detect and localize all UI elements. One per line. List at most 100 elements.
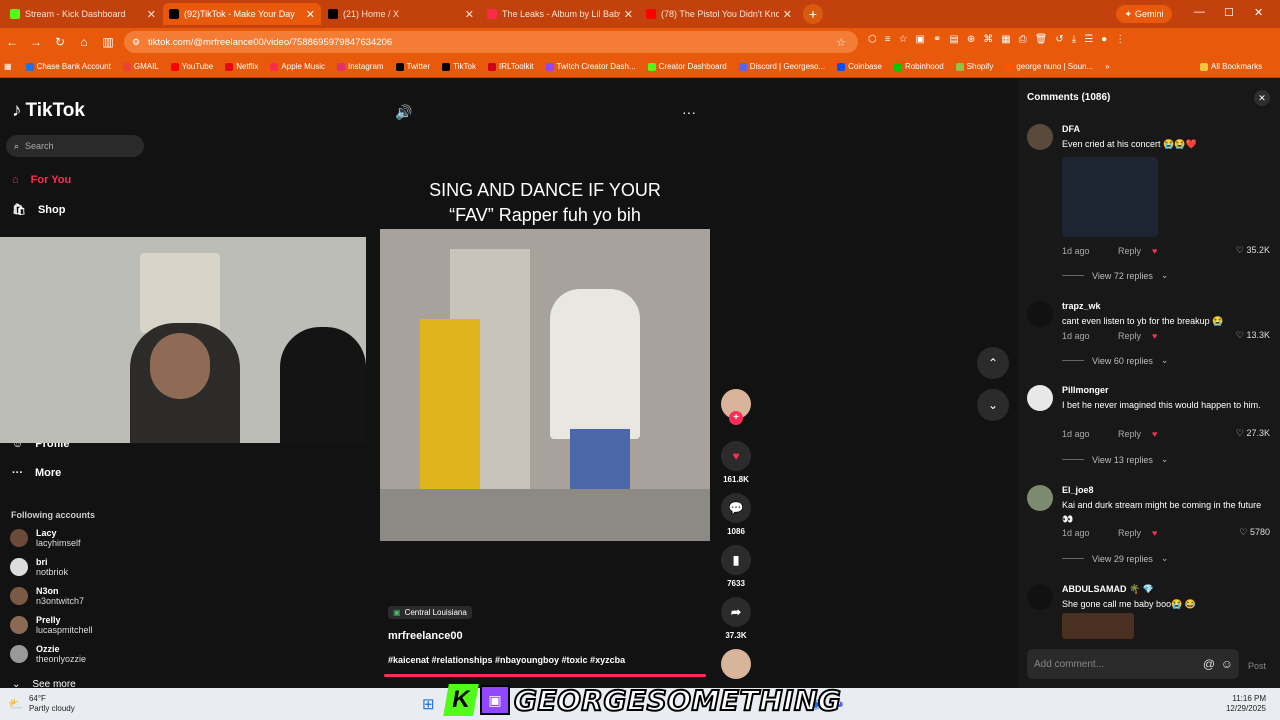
bookmark-item[interactable]: Netflix bbox=[225, 62, 258, 71]
extension-icon[interactable]: ⬡ bbox=[868, 34, 877, 45]
following-account[interactable]: Lacy lacyhimself bbox=[10, 528, 81, 548]
extension-icon[interactable]: ⚭ bbox=[933, 34, 941, 45]
extension-icon[interactable]: ▤ bbox=[949, 34, 958, 45]
bookmark-star-icon[interactable]: ☆ bbox=[836, 36, 846, 49]
bookmark-item[interactable]: Twitch Creator Dash... bbox=[545, 62, 636, 71]
browser-tab-apple-music[interactable]: The Leaks - Album by Lil Baby ✕ bbox=[481, 3, 639, 25]
close-tab-icon[interactable]: ✕ bbox=[306, 8, 315, 21]
avatar[interactable] bbox=[1027, 124, 1053, 150]
comment-button[interactable]: 💬 1086 bbox=[720, 493, 752, 536]
bookmark-item[interactable]: Discord | Georgeso... bbox=[738, 62, 825, 71]
avatar[interactable] bbox=[1027, 485, 1053, 511]
comment-image[interactable] bbox=[1062, 157, 1158, 237]
extension-icon[interactable]: ▣ bbox=[916, 34, 925, 45]
new-tab-button[interactable]: + bbox=[803, 4, 823, 24]
reply-button[interactable]: Reply bbox=[1118, 429, 1144, 439]
bookmark-item[interactable]: Twitter bbox=[395, 62, 430, 71]
view-replies-button[interactable]: View 72 replies ⌄ bbox=[1062, 270, 1168, 281]
like-button[interactable]: ♥ 161.8K bbox=[720, 441, 752, 484]
bookmarks-overflow-icon[interactable]: » bbox=[1105, 62, 1109, 71]
bookmark-item[interactable]: Creator Dashboard bbox=[647, 62, 727, 71]
comment-user[interactable]: DFA bbox=[1062, 124, 1080, 134]
close-window-icon[interactable]: ✕ bbox=[1254, 6, 1263, 19]
bookmark-item[interactable]: Chase Bank Account bbox=[25, 62, 111, 71]
gemini-button[interactable]: ✦ Gemini bbox=[1116, 5, 1172, 23]
minimize-icon[interactable]: — bbox=[1194, 6, 1205, 18]
extension-icon[interactable]: ▦ bbox=[1001, 34, 1010, 45]
extension-icon[interactable]: ≡ bbox=[885, 34, 891, 45]
nav-for-you[interactable]: ⌂ For You bbox=[12, 174, 71, 186]
extension-icon[interactable]: 🗑 bbox=[1035, 34, 1048, 45]
comment-like-button[interactable]: ♡ 35.2K bbox=[1236, 245, 1270, 256]
download-icon[interactable]: ⤓ bbox=[1072, 34, 1076, 45]
add-comment-input[interactable]: Add comment... @ ☺ bbox=[1027, 649, 1239, 679]
extension-icon[interactable]: ☆ bbox=[899, 34, 908, 45]
comment-like-button[interactable]: ♡ 5780 bbox=[1239, 527, 1270, 538]
url-field[interactable]: ⚙ tiktok.com/@mrfreelance00/video/758869… bbox=[124, 31, 858, 53]
next-video-button[interactable]: ⌄ bbox=[977, 389, 1009, 421]
weather-widget[interactable]: ⛅ 64°F Partly cloudy bbox=[8, 694, 75, 714]
comment-like-button[interactable]: ♡ 13.3K bbox=[1236, 330, 1270, 341]
windows-start-icon[interactable]: ⊞ bbox=[422, 695, 435, 713]
maximize-icon[interactable]: ☐ bbox=[1224, 6, 1234, 19]
avatar[interactable] bbox=[1027, 385, 1053, 411]
share-button[interactable]: ➦ 37.3K bbox=[720, 597, 752, 640]
mention-icon[interactable]: @ bbox=[1203, 657, 1215, 671]
back-icon[interactable]: ← bbox=[0, 35, 24, 49]
profile-avatar[interactable]: ● bbox=[1101, 34, 1107, 45]
view-replies-button[interactable]: View 60 replies ⌄ bbox=[1062, 355, 1168, 366]
tiktok-logo[interactable]: ♪ TikTok bbox=[12, 100, 85, 122]
comment-user[interactable]: El_joe8 bbox=[1062, 485, 1094, 495]
more-options-icon[interactable]: ··· bbox=[682, 104, 696, 120]
view-replies-button[interactable]: View 29 replies ⌄ bbox=[1062, 553, 1168, 564]
bookmark-item[interactable]: Robinhood bbox=[893, 62, 944, 71]
save-button[interactable]: ▮ 7633 bbox=[720, 545, 752, 588]
following-account[interactable]: N3on n3ontwitch7 bbox=[10, 586, 84, 606]
browser-tab-tiktok[interactable]: (92)TikTok - Make Your Day ✕ bbox=[163, 3, 321, 25]
follow-plus-icon[interactable]: + bbox=[729, 411, 743, 425]
bookmark-item[interactable]: IRLToolkit bbox=[487, 62, 534, 71]
emoji-icon[interactable]: ☺ bbox=[1221, 657, 1233, 671]
extension-icon[interactable]: ⎙ bbox=[1019, 34, 1027, 45]
bookmark-item[interactable]: Coinbase bbox=[837, 62, 882, 71]
following-account[interactable]: Ozzie theonlyozzie bbox=[10, 644, 86, 664]
home-icon[interactable]: ⌂ bbox=[72, 35, 96, 49]
bookmark-item[interactable]: YouTube bbox=[170, 62, 213, 71]
avatar[interactable] bbox=[1027, 584, 1053, 610]
system-clock[interactable]: 11:16 PM 12/29/2025 bbox=[1200, 694, 1266, 714]
previous-video-button[interactable]: ⌃ bbox=[977, 347, 1009, 379]
video-hashtags[interactable]: #kaicenat #relationships #nbayoungboy #t… bbox=[388, 655, 625, 665]
volume-icon[interactable]: 🔊 bbox=[395, 104, 412, 121]
close-tab-icon[interactable]: ✕ bbox=[465, 8, 474, 21]
sidepanel-icon[interactable]: ▥ bbox=[96, 35, 120, 49]
bookmark-item[interactable]: george nuno | Soun... bbox=[1005, 62, 1093, 71]
location-tag[interactable]: ▣ Central Louisiana bbox=[388, 606, 472, 619]
close-tab-icon[interactable]: ✕ bbox=[147, 8, 156, 21]
following-account[interactable]: Prelly lucaspmitchell bbox=[10, 615, 93, 635]
extension-icon[interactable]: ⊕ bbox=[967, 34, 975, 45]
history-icon[interactable]: ↺ bbox=[1055, 34, 1063, 45]
forward-icon[interactable]: → bbox=[24, 35, 48, 49]
following-account[interactable]: bri notbriok bbox=[10, 557, 68, 577]
comment-user[interactable]: trapz_wk bbox=[1062, 301, 1101, 311]
video-player[interactable] bbox=[380, 229, 710, 541]
reply-button[interactable]: Reply bbox=[1118, 246, 1144, 256]
sound-disc[interactable] bbox=[720, 649, 752, 683]
extension-icon[interactable]: ⌘ bbox=[983, 34, 993, 45]
video-progress-bar[interactable] bbox=[384, 674, 706, 677]
post-button[interactable]: Post bbox=[1248, 661, 1266, 671]
close-tab-icon[interactable]: ✕ bbox=[783, 8, 792, 21]
all-bookmarks-button[interactable]: All Bookmarks bbox=[1200, 62, 1262, 71]
kebab-menu-icon[interactable]: ⋮ bbox=[1115, 34, 1125, 45]
nav-shop[interactable]: 🛍 Shop bbox=[12, 203, 65, 217]
browser-tab-x[interactable]: (21) Home / X ✕ bbox=[322, 3, 480, 25]
browser-tab-kick[interactable]: Stream - Kick Dashboard ✕ bbox=[4, 3, 162, 25]
bookmark-item[interactable]: Apple Music bbox=[270, 62, 325, 71]
extensions-menu-icon[interactable]: ☰ bbox=[1084, 34, 1093, 45]
close-tab-icon[interactable]: ✕ bbox=[624, 8, 633, 21]
creator-avatar[interactable]: + bbox=[720, 389, 752, 425]
reply-button[interactable]: Reply bbox=[1118, 528, 1144, 538]
nav-more[interactable]: ··· More bbox=[12, 467, 61, 479]
site-info-icon[interactable]: ⚙ bbox=[132, 37, 140, 48]
comment-like-button[interactable]: ♡ 27.3K bbox=[1236, 428, 1270, 439]
